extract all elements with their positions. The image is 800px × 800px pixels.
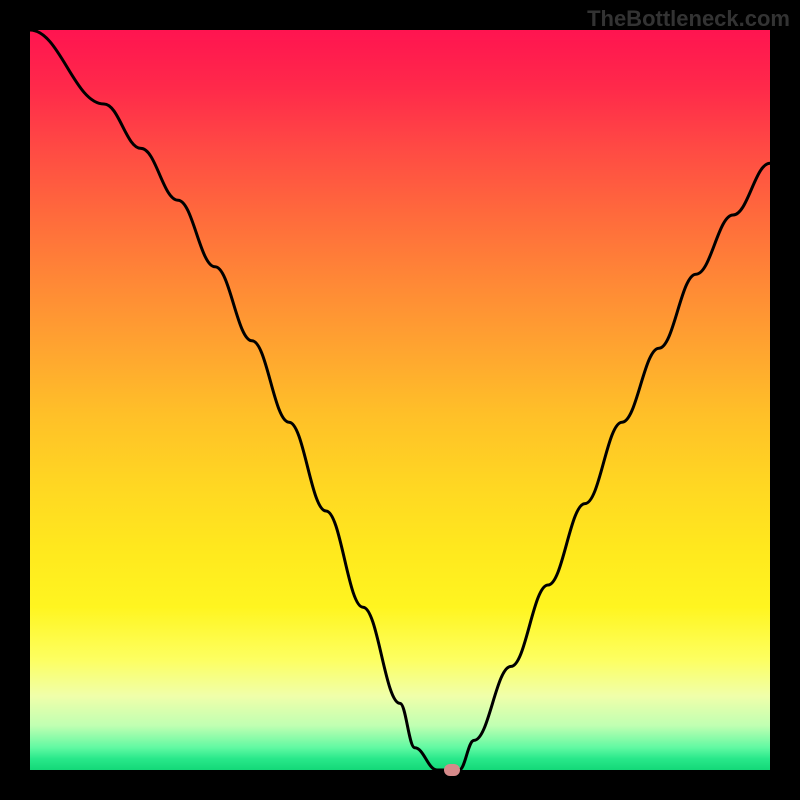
plot-area <box>30 30 770 770</box>
bottleneck-curve <box>30 30 770 770</box>
minimum-marker <box>444 764 460 776</box>
chart-container: TheBottleneck.com <box>0 0 800 800</box>
watermark-text: TheBottleneck.com <box>587 6 790 32</box>
